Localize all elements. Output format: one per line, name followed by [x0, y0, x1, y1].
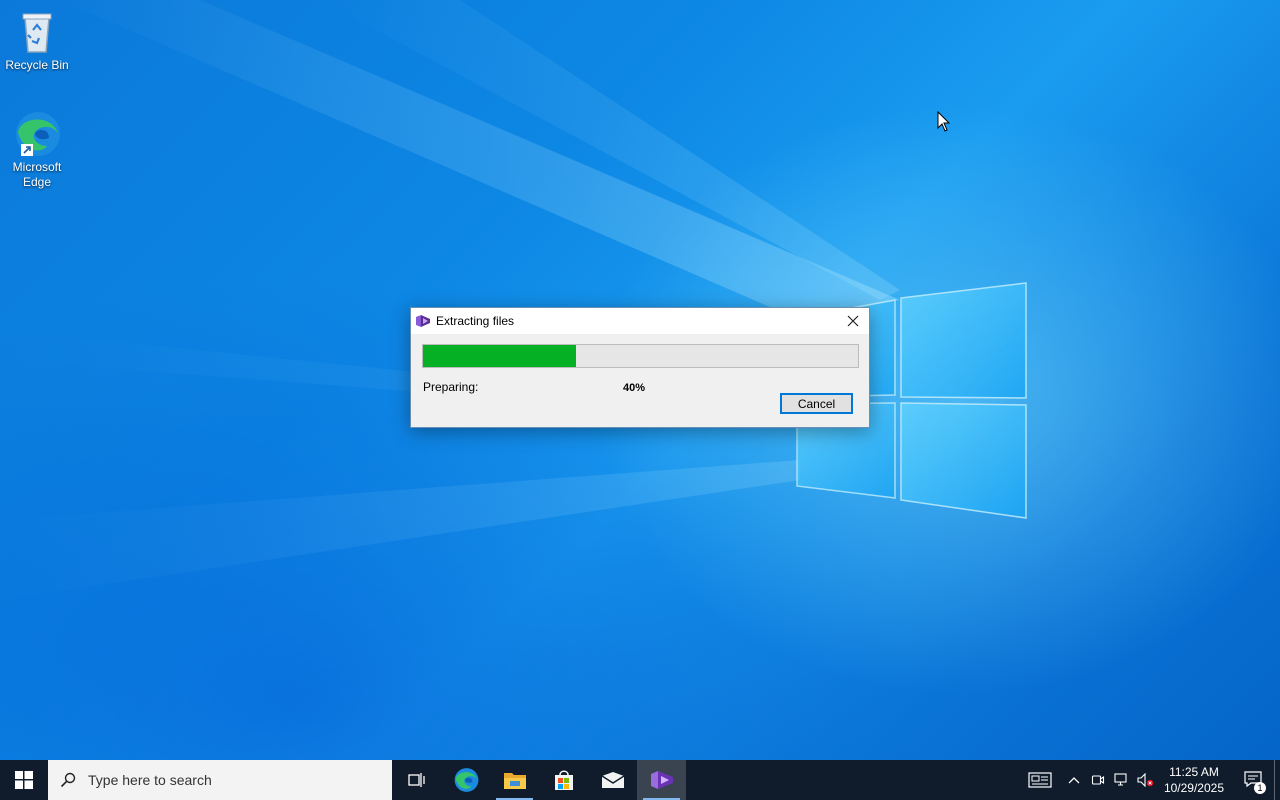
taskbar-mail[interactable] [588, 760, 637, 800]
status-label: Preparing: [423, 380, 479, 394]
taskbar-file-explorer[interactable] [490, 760, 539, 800]
mouse-cursor-icon [937, 111, 951, 132]
dialog-title-bar[interactable]: Extracting files [411, 308, 869, 334]
news-widget-button[interactable] [1018, 760, 1062, 800]
news-icon [1028, 772, 1052, 788]
desktop-icon-recycle-bin[interactable]: Recycle Bin [0, 8, 74, 73]
taskbar-clock[interactable]: 11:25 AM 10/29/2025 [1158, 764, 1234, 796]
search-icon [60, 772, 76, 788]
start-button[interactable] [0, 760, 48, 800]
clock-time: 11:25 AM [1169, 765, 1219, 779]
taskbar-edge[interactable] [441, 760, 490, 800]
camera-icon [1091, 775, 1104, 785]
folder-icon [503, 773, 526, 789]
volume-muted-icon [1137, 773, 1154, 787]
edge-icon [454, 768, 478, 792]
taskbar-task-view[interactable] [392, 760, 441, 800]
desktop-icon-label: Microsoft Edge [12, 160, 62, 189]
search-placeholder: Type here to search [88, 772, 212, 788]
dialog-title: Extracting files [436, 314, 515, 328]
taskbar-visual-studio-installer[interactable] [637, 760, 686, 800]
desktop-icon-label: Recycle Bin [5, 58, 69, 72]
desktop-icon-microsoft-edge[interactable]: Microsoft Edge [0, 110, 74, 190]
task-view-icon [407, 773, 425, 787]
tray-volume[interactable] [1134, 760, 1158, 800]
tray-meet-now[interactable] [1086, 760, 1110, 800]
show-hidden-icons-button[interactable] [1062, 760, 1086, 800]
clock-date: 10/29/2025 [1163, 781, 1224, 795]
visual-studio-installer-icon [650, 771, 673, 789]
visual-studio-installer-icon [415, 313, 431, 329]
progress-bar-fill [423, 345, 577, 367]
recycle-bin-icon [13, 8, 61, 56]
progress-percent: 40% [623, 382, 646, 394]
windows-start-icon [15, 771, 33, 789]
notification-count: 1 [1254, 782, 1266, 794]
show-desktop-button[interactable] [1274, 760, 1280, 800]
chevron-up-icon [1068, 777, 1080, 784]
edge-icon [13, 110, 61, 158]
cancel-button[interactable]: Cancel [780, 393, 853, 414]
tray-network[interactable] [1110, 760, 1134, 800]
network-icon [1114, 773, 1127, 786]
taskbar-microsoft-store[interactable] [539, 760, 588, 800]
progress-bar [422, 344, 859, 368]
action-center-button[interactable]: 1 [1234, 760, 1274, 800]
store-icon [554, 770, 573, 790]
taskbar: Type here to search 11:25 AM 10/29/2025 … [0, 760, 1280, 800]
mail-icon [601, 772, 624, 788]
extracting-files-dialog: Extracting files Preparing: 40% Cancel [410, 307, 870, 428]
close-icon [847, 315, 859, 327]
close-button[interactable] [837, 308, 869, 334]
system-tray: 11:25 AM 10/29/2025 1 [1018, 760, 1280, 800]
taskbar-search-box[interactable]: Type here to search [48, 760, 392, 800]
